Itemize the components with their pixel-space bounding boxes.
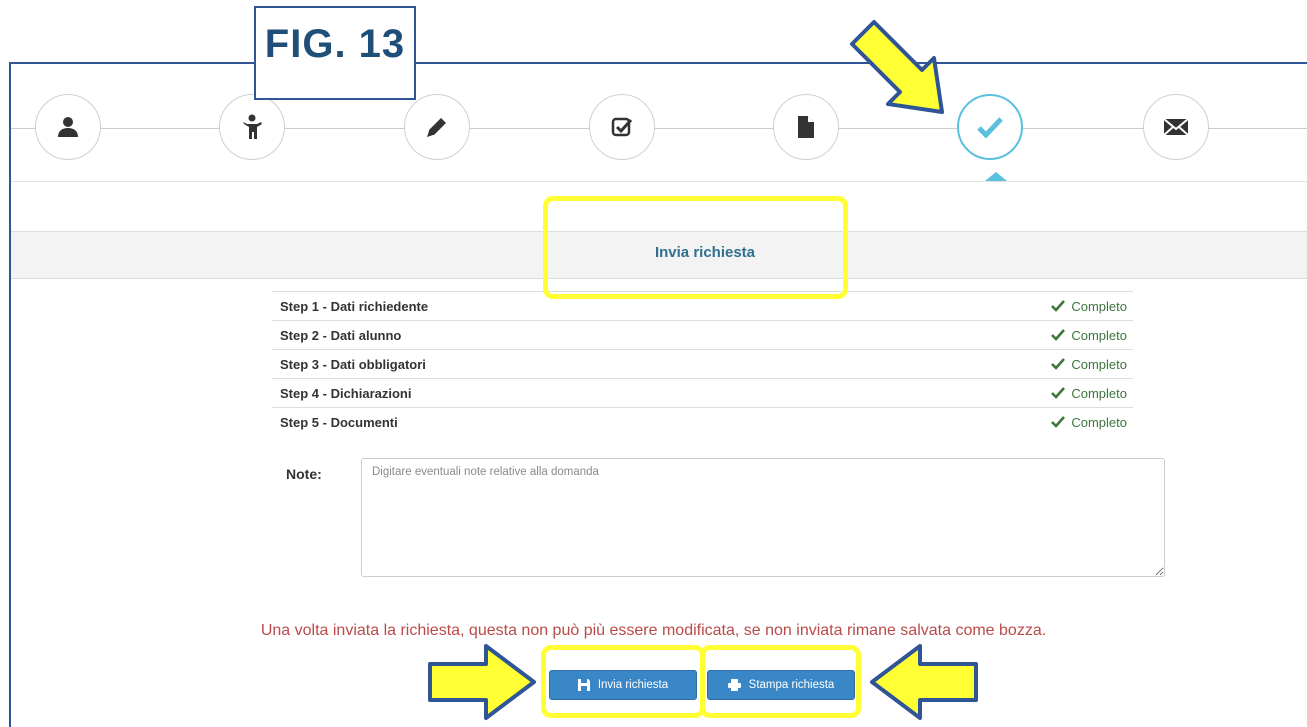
check-icon	[977, 116, 1003, 138]
check-icon	[1051, 300, 1066, 312]
wizard-step-2[interactable]	[219, 94, 285, 160]
table-row: Step 5 - Documenti Completo	[272, 407, 1133, 436]
table-row: Step 2 - Dati alunno Completo	[272, 320, 1133, 349]
summary-table: Step 1 - Dati richiedente Completo Step …	[272, 291, 1133, 436]
wizard-step-1[interactable]	[35, 94, 101, 160]
step-status-text: Completo	[1071, 327, 1127, 343]
table-row: Step 4 - Dichiarazioni Completo	[272, 378, 1133, 407]
checkbox-icon	[610, 115, 634, 139]
document-icon	[796, 115, 816, 139]
step-status-text: Completo	[1071, 385, 1127, 401]
step-status: Completo	[1051, 299, 1127, 314]
step-label: Step 5 - Documenti	[280, 414, 398, 430]
table-row: Step 3 - Dati obbligatori Completo	[272, 349, 1133, 378]
wizard-step-7[interactable]	[1143, 94, 1209, 160]
check-icon	[1051, 387, 1066, 399]
divider	[11, 181, 1307, 182]
step-status-text: Completo	[1071, 298, 1127, 314]
active-step-caret	[985, 172, 1007, 181]
highlight-print-button	[700, 645, 861, 718]
notes-label: Note:	[286, 466, 322, 482]
annotation-arrow-right-icon	[428, 644, 536, 720]
annotation-arrow-left-icon	[870, 644, 978, 720]
check-icon	[1051, 329, 1066, 341]
step-label: Step 1 - Dati richiedente	[280, 298, 429, 314]
annotation-arrow-down-icon	[850, 20, 944, 114]
check-icon	[1051, 416, 1066, 428]
step-status: Completo	[1051, 328, 1127, 343]
step-status-text: Completo	[1071, 356, 1127, 372]
user-icon	[56, 115, 80, 139]
wizard-connector	[11, 128, 1307, 129]
step-status-text: Completo	[1071, 414, 1127, 430]
notes-textarea[interactable]	[361, 458, 1165, 577]
wizard-step-6[interactable]	[957, 94, 1023, 160]
highlight-send-button	[541, 645, 705, 718]
pencil-icon	[425, 115, 449, 139]
highlight-section-title	[543, 196, 848, 299]
step-label: Step 3 - Dati obbligatori	[280, 356, 426, 372]
figure-label: FIG. 13	[254, 6, 416, 100]
child-icon	[241, 114, 263, 140]
check-icon	[1051, 358, 1066, 370]
wizard-step-5[interactable]	[773, 94, 839, 160]
envelope-icon	[1163, 117, 1189, 137]
step-status: Completo	[1051, 386, 1127, 401]
step-status: Completo	[1051, 357, 1127, 372]
step-label: Step 4 - Dichiarazioni	[280, 385, 412, 401]
warning-message: Una volta inviata la richiesta, questa n…	[260, 622, 1047, 639]
step-label: Step 2 - Dati alunno	[280, 327, 402, 343]
wizard-step-4[interactable]	[589, 94, 655, 160]
step-status: Completo	[1051, 415, 1127, 430]
wizard-step-3[interactable]	[404, 94, 470, 160]
